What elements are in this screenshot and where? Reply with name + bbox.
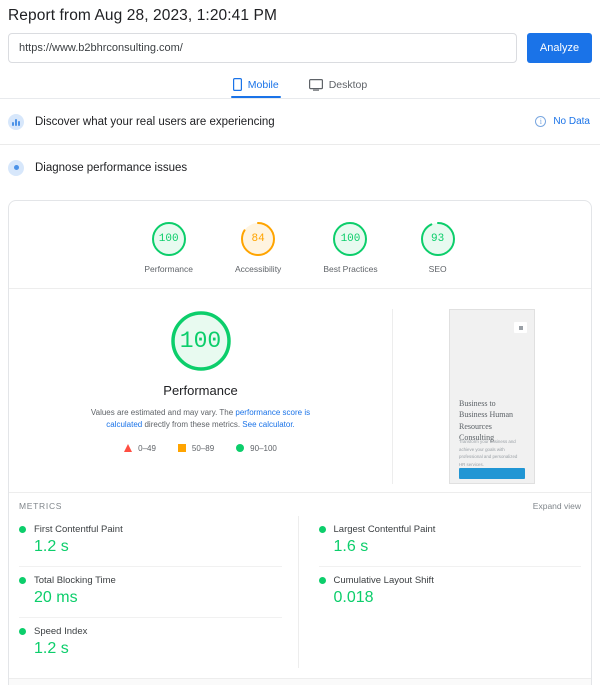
lighthouse-card: 100 Performance 84 Accessibility 100 Bes… [8, 200, 592, 685]
metric-name: Largest Contentful Paint [333, 524, 436, 535]
capture-details-footer: Captured at Aug 28, 2023, 1:20 PM MST In… [9, 678, 591, 685]
screenshot-preview-block: Business to Business Human Resources Con… [393, 309, 591, 484]
legend-item-average: 50–89 [177, 443, 215, 453]
status-badge [318, 577, 326, 584]
seo-ring: 93 [420, 221, 456, 257]
performance-disclaimer: Values are estimated and may vary. The p… [75, 407, 327, 432]
performance-label: Performance [144, 264, 194, 274]
metric-value: 1.2 s [34, 640, 69, 657]
field-data-section[interactable]: Discover what your real users are experi… [0, 98, 600, 144]
metric-speed-index[interactable]: Speed Index 1.2 s [19, 618, 282, 668]
metric-value: 1.2 s [34, 538, 69, 555]
performance-gauge-block: 100 Performance Values are estimated and… [9, 309, 393, 484]
tab-desktop[interactable]: Desktop [307, 75, 370, 98]
thumbnail-body: Transform your business and achieve your… [459, 439, 518, 468]
metrics-header: METRICS Expand view [9, 492, 591, 516]
metric-name: Speed Index [34, 626, 88, 637]
metric-value: 1.6 s [333, 538, 369, 555]
performance-score: 100 [158, 233, 179, 245]
accessibility-score: 84 [251, 233, 265, 245]
seo-label: SEO [428, 264, 447, 274]
circle-icon [236, 444, 245, 453]
category-gauge-best-practices[interactable]: 100 Best Practices [323, 221, 378, 274]
field-data-status: i No Data [535, 116, 590, 127]
metric-name: Cumulative Layout Shift [333, 575, 434, 586]
score-legend: 0–49 50–89 90–100 [124, 444, 277, 453]
expand-view-toggle[interactable]: Expand view [533, 501, 581, 511]
metrics-grid: First Contentful Paint 1.2 s Total Block… [9, 516, 591, 678]
thumbnail-heading: Business to Business Human Resources Con… [459, 399, 513, 443]
metric-name: Total Blocking Time [34, 575, 116, 586]
performance-ring: 100 [151, 221, 187, 257]
page-title: Report from Aug 28, 2023, 1:20:41 PM [8, 7, 277, 24]
category-gauge-accessibility[interactable]: 84 Accessibility [235, 221, 281, 274]
seo-score: 93 [431, 233, 445, 245]
page-screenshot-thumbnail[interactable]: Business to Business Human Resources Con… [449, 309, 535, 484]
metric-cumulative-layout-shift[interactable]: Cumulative Layout Shift 0.018 [318, 567, 582, 617]
status-badge [19, 628, 26, 635]
url-analyze-row: Analyze [0, 25, 600, 63]
metrics-label: METRICS [19, 501, 63, 511]
legend-label-good: 90–100 [250, 443, 277, 453]
legend-item-good: 90–100 [236, 444, 277, 453]
status-badge [19, 577, 26, 584]
desktop-icon [308, 78, 323, 91]
tab-desktop-label: Desktop [328, 78, 368, 91]
status-badge [318, 526, 326, 533]
mobile-icon [232, 78, 242, 91]
status-badge [19, 526, 26, 533]
accessibility-ring: 84 [240, 221, 276, 257]
thumbnail-cta-button [459, 468, 525, 479]
disclaimer-text-2: directly from these metrics. [142, 420, 243, 430]
analyze-button[interactable]: Analyze [527, 33, 592, 63]
square-icon [177, 444, 186, 453]
metrics-column-left: First Contentful Paint 1.2 s Total Block… [19, 516, 299, 668]
performance-big-score: 100 [179, 328, 222, 354]
disclaimer-text-1: Values are estimated and may vary. The [90, 408, 236, 417]
accessibility-label: Accessibility [235, 264, 282, 274]
metric-value: 0.018 [333, 589, 374, 606]
metrics-column-right: Largest Contentful Paint 1.6 s Cumulativ… [299, 516, 582, 668]
diagnose-section[interactable]: Diagnose performance issues [0, 144, 600, 190]
category-gauge-performance[interactable]: 100 Performance [144, 221, 193, 274]
info-icon[interactable]: i [535, 116, 547, 127]
metric-total-blocking-time[interactable]: Total Blocking Time 20 ms [19, 567, 282, 618]
category-scores: 100 Performance 84 Accessibility 100 Bes… [9, 201, 591, 289]
no-data-label: No Data [553, 116, 590, 127]
diagnose-title: Diagnose performance issues [35, 161, 188, 174]
pagespeed-insights-report: Report from Aug 28, 2023, 1:20:41 PM Ana… [0, 0, 600, 685]
see-calculator-link[interactable]: See calculator. [242, 420, 294, 429]
hamburger-icon [514, 322, 527, 333]
performance-summary: 100 Performance Values are estimated and… [9, 289, 591, 492]
best-practices-ring: 100 [332, 221, 368, 257]
performance-heading: Performance [163, 383, 238, 398]
tab-mobile-label: Mobile [247, 78, 279, 91]
metric-value: 20 ms [34, 589, 78, 606]
legend-item-poor: 0–49 [124, 444, 156, 453]
best-practices-label: Best Practices [323, 264, 378, 274]
category-gauge-seo[interactable]: 93 SEO [420, 221, 456, 274]
triangle-icon [124, 444, 133, 453]
best-practices-score: 100 [340, 233, 361, 245]
performance-big-ring: 100 [169, 309, 233, 373]
metric-name: First Contentful Paint [34, 524, 123, 535]
url-input[interactable] [8, 33, 517, 63]
metric-largest-contentful-paint[interactable]: Largest Contentful Paint 1.6 s [318, 516, 581, 567]
field-data-icon [8, 113, 24, 130]
field-data-title: Discover what your real users are experi… [35, 115, 275, 128]
legend-label-poor: 0–49 [138, 443, 156, 453]
legend-label-average: 50–89 [191, 443, 215, 453]
device-tabs: Mobile Desktop [0, 75, 600, 98]
tab-mobile[interactable]: Mobile [230, 75, 281, 98]
metric-first-contentful-paint[interactable]: First Contentful Paint 1.2 s [19, 516, 282, 567]
diagnose-icon [8, 159, 24, 176]
